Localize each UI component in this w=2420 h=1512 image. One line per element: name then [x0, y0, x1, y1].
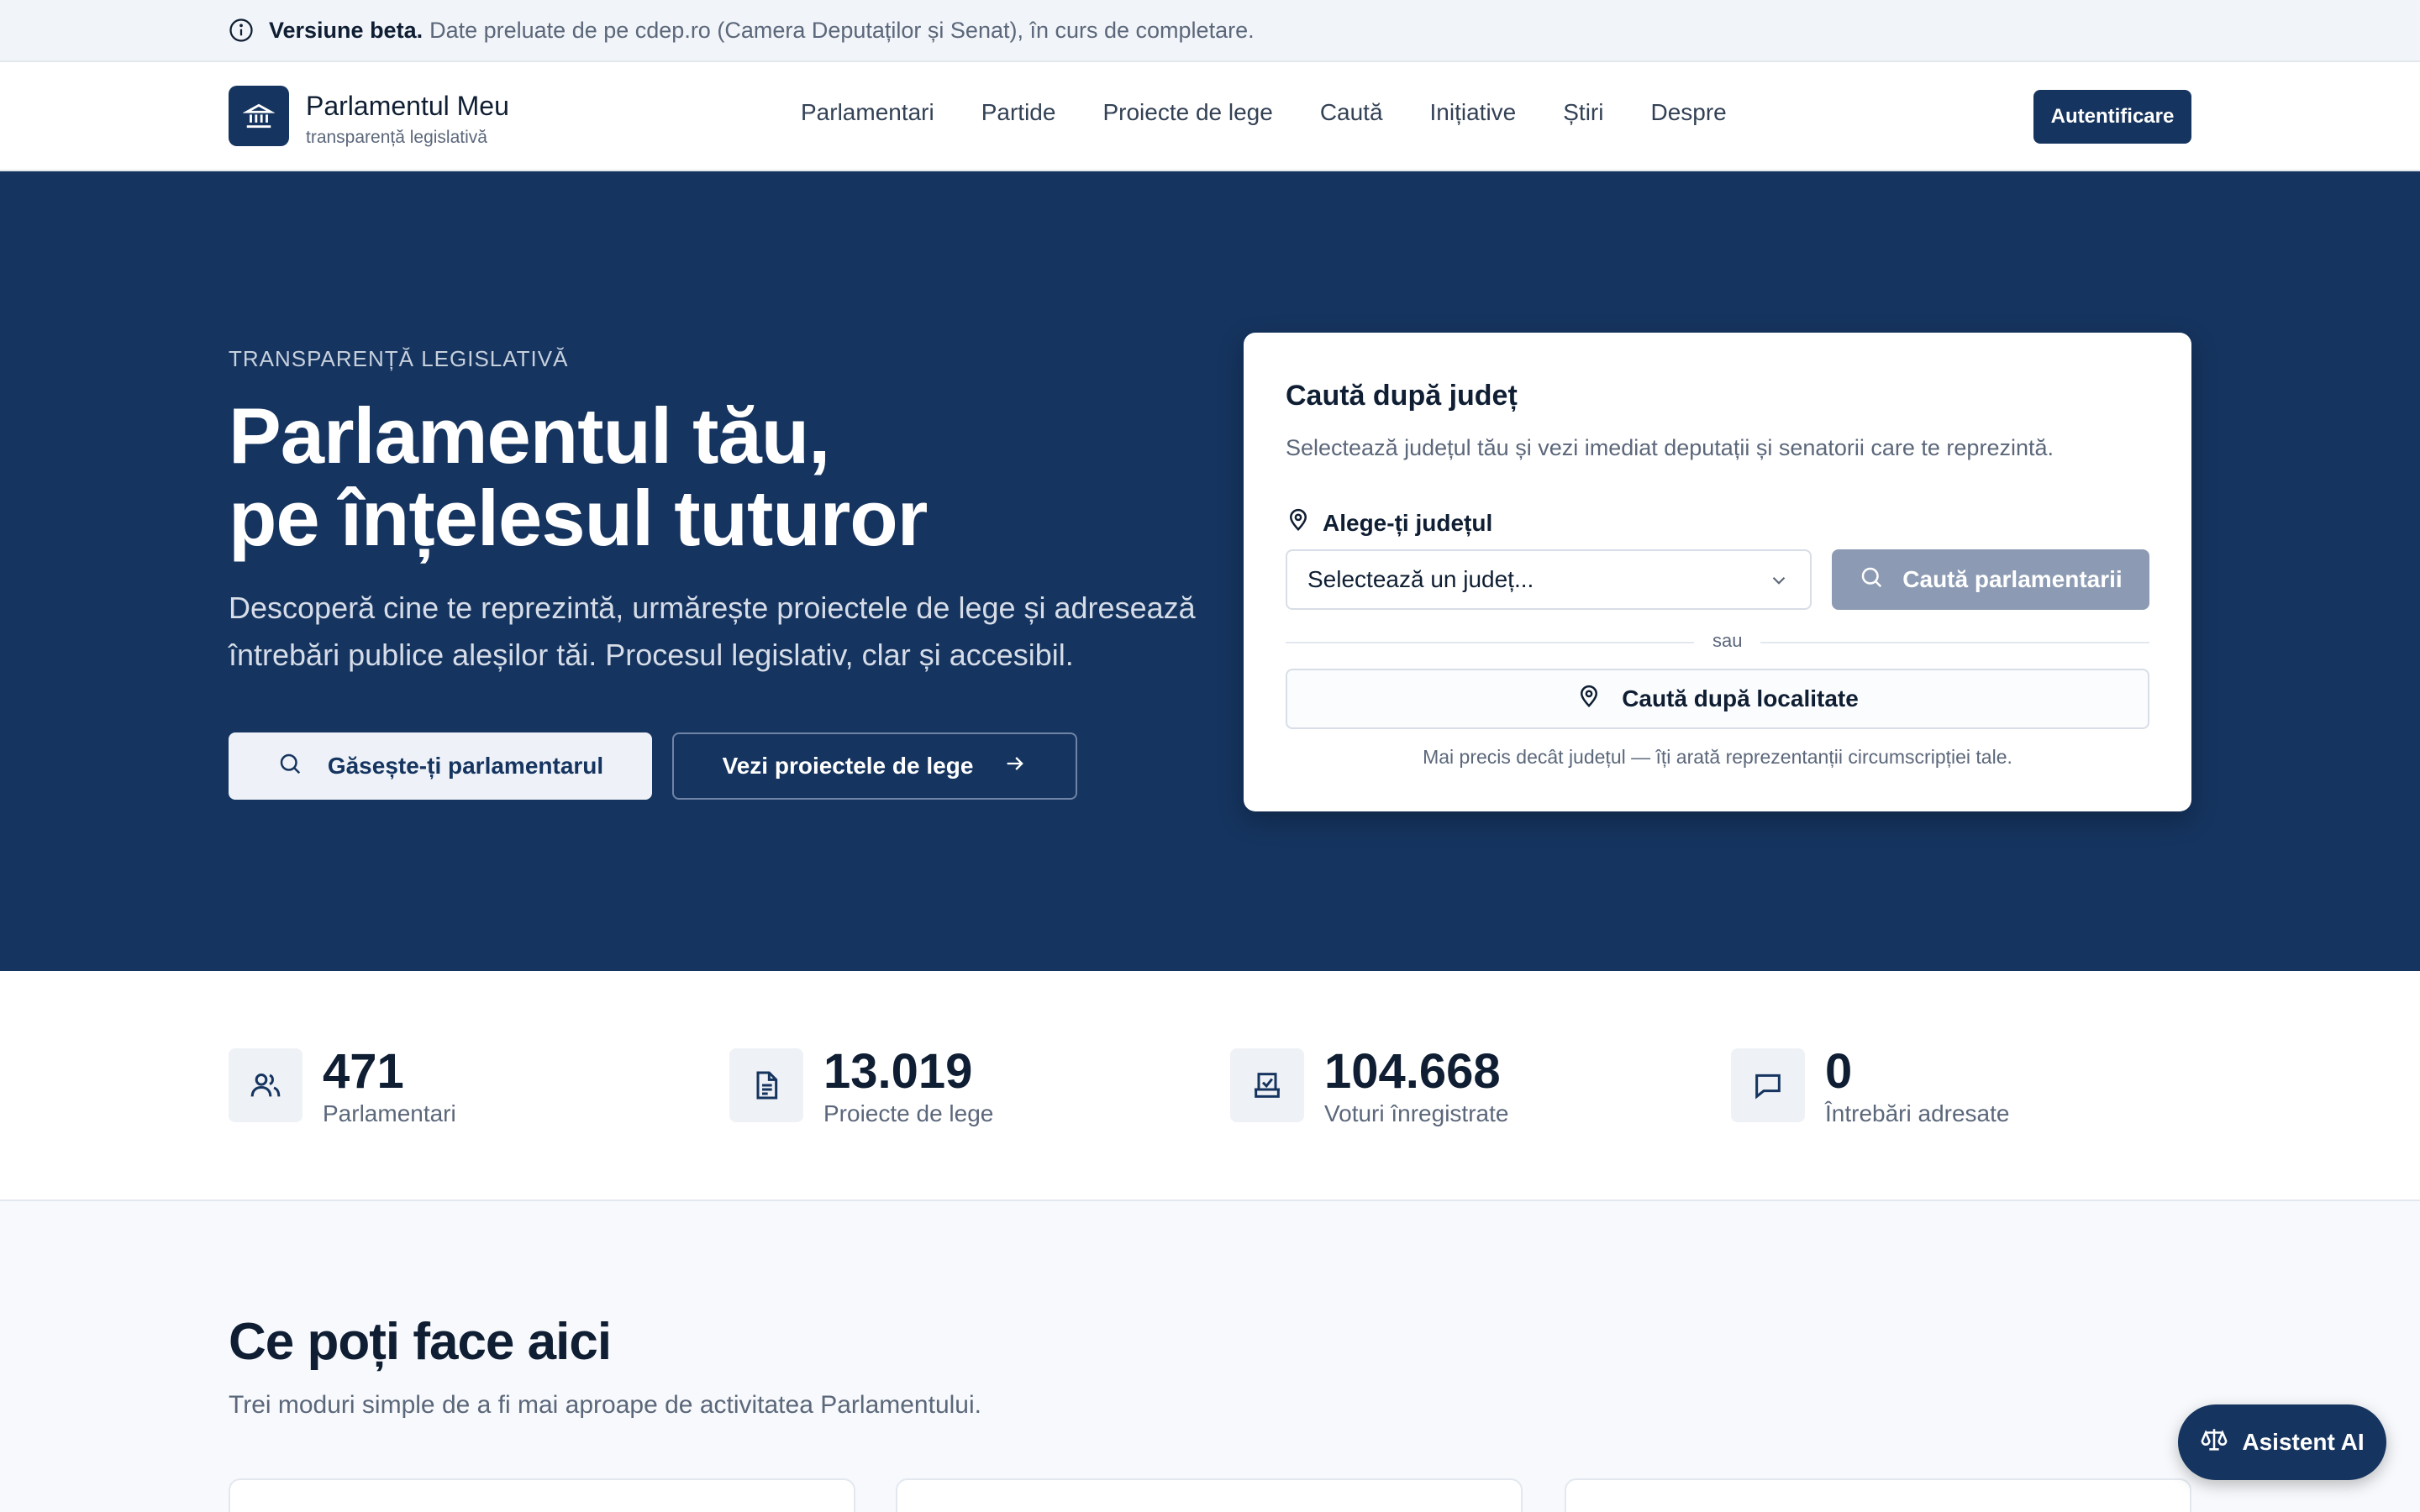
- projects-button-label: Vezi proiectele de lege: [722, 753, 974, 779]
- section-title: Ce poți face aici: [229, 1313, 612, 1371]
- card-hint: Mai precis decât județul — îți arată rep…: [1423, 746, 2012, 768]
- ballot-box-icon: [1230, 1048, 1304, 1122]
- stat-value: 0: [1825, 1044, 1853, 1099]
- nav-partide[interactable]: Partide: [981, 99, 1056, 126]
- nav-cauta[interactable]: Caută: [1320, 99, 1383, 126]
- nav-initiative[interactable]: Inițiative: [1430, 99, 1517, 126]
- search-parliamentarians-button[interactable]: Caută parlamentarii: [1832, 549, 2149, 610]
- search-button-label: Caută parlamentarii: [1902, 566, 2123, 592]
- card-description: Selectează județul tău și vezi imediat d…: [1286, 435, 2054, 460]
- document-icon: [729, 1048, 803, 1122]
- map-pin-icon: [1286, 507, 1311, 538]
- stats-section: 471 Parlamentari 13.019 Proiecte de lege…: [0, 971, 2420, 1201]
- stat-label: Voturi înregistrate: [1324, 1100, 1509, 1126]
- site-subtitle: transparență legislativă: [306, 128, 487, 147]
- county-search-card: Caută după județ Selectează județul tău …: [1244, 333, 2191, 811]
- nav-parlamentari[interactable]: Parlamentari: [801, 99, 934, 126]
- beta-banner: Versiune beta. Date preluate de pe cdep.…: [0, 0, 2420, 62]
- county-select[interactable]: Selectează un județ...: [1286, 549, 1812, 610]
- nav-stiri[interactable]: Știri: [1563, 99, 1603, 126]
- county-label-text: Alege-ți județul: [1323, 509, 1493, 536]
- ai-assistant-label: Asistent AI: [2242, 1429, 2365, 1455]
- feature-card[interactable]: [1565, 1478, 2191, 1512]
- scales-icon: [2200, 1425, 2228, 1460]
- view-projects-button[interactable]: Vezi proiectele de lege: [672, 732, 1077, 800]
- login-button[interactable]: Autentificare: [2033, 90, 2191, 144]
- search-by-locality-button[interactable]: Caută după localitate: [1286, 669, 2149, 729]
- card-title: Caută după județ: [1286, 380, 1518, 412]
- hero-title: Parlamentul tău, pe înțelesul tuturor: [229, 395, 928, 562]
- hero-eyebrow: TRANSPARENȚĂ LEGISLATIVĂ: [229, 346, 569, 371]
- nav-proiecte[interactable]: Proiecte de lege: [1102, 99, 1272, 126]
- hero-title-line1: Parlamentul tău,: [229, 391, 830, 480]
- section-subtitle: Trei moduri simple de a fi mai aproape d…: [229, 1391, 981, 1419]
- stat-label: Întrebări adresate: [1825, 1100, 2010, 1126]
- institution-icon[interactable]: [229, 86, 289, 146]
- map-pin-icon: [1576, 684, 1602, 715]
- find-button-label: Găsește-ți parlamentarul: [327, 753, 604, 779]
- nav-despre[interactable]: Despre: [1650, 99, 1726, 126]
- stat-label: Parlamentari: [323, 1100, 456, 1126]
- hero-section: TRANSPARENȚĂ LEGISLATIVĂ Parlamentul tău…: [0, 171, 2420, 971]
- stat-label: Proiecte de lege: [823, 1100, 994, 1126]
- stat-value: 104.668: [1324, 1044, 1501, 1099]
- feature-card[interactable]: [896, 1478, 1523, 1512]
- hero-title-line2: pe înțelesul tuturor: [229, 474, 928, 562]
- arrow-right-icon: [1003, 752, 1027, 781]
- search-icon: [277, 751, 302, 782]
- info-icon: [229, 18, 254, 43]
- county-label: Alege-ți județul: [1286, 507, 1492, 538]
- chat-bubble-icon: [1731, 1048, 1805, 1122]
- chevron-down-icon: [1768, 570, 1790, 597]
- users-icon: [229, 1048, 302, 1122]
- main-nav: Parlamentari Partide Proiecte de lege Ca…: [801, 99, 1774, 126]
- locality-button-label: Caută după localitate: [1622, 685, 1859, 711]
- find-parliamentarian-button[interactable]: Găsește-ți parlamentarul: [229, 732, 652, 800]
- county-select-value: Selectează un județ...: [1307, 566, 1534, 592]
- search-icon: [1859, 564, 1884, 596]
- divider-text: sau: [1694, 630, 1761, 652]
- ai-assistant-button[interactable]: Asistent AI: [2178, 1404, 2386, 1480]
- hero-description: Descoperă cine te reprezintă, urmărește …: [229, 591, 1196, 672]
- beta-text: Date preluate de pe cdep.ro (Camera Depu…: [429, 17, 1255, 43]
- stat-value: 13.019: [823, 1044, 973, 1099]
- site-header: Parlamentul Meu transparență legislativă…: [0, 62, 2420, 171]
- feature-card[interactable]: [229, 1478, 855, 1512]
- site-title[interactable]: Parlamentul Meu: [306, 91, 509, 122]
- beta-label: Versiune beta.: [269, 17, 424, 43]
- stat-value: 471: [323, 1044, 404, 1099]
